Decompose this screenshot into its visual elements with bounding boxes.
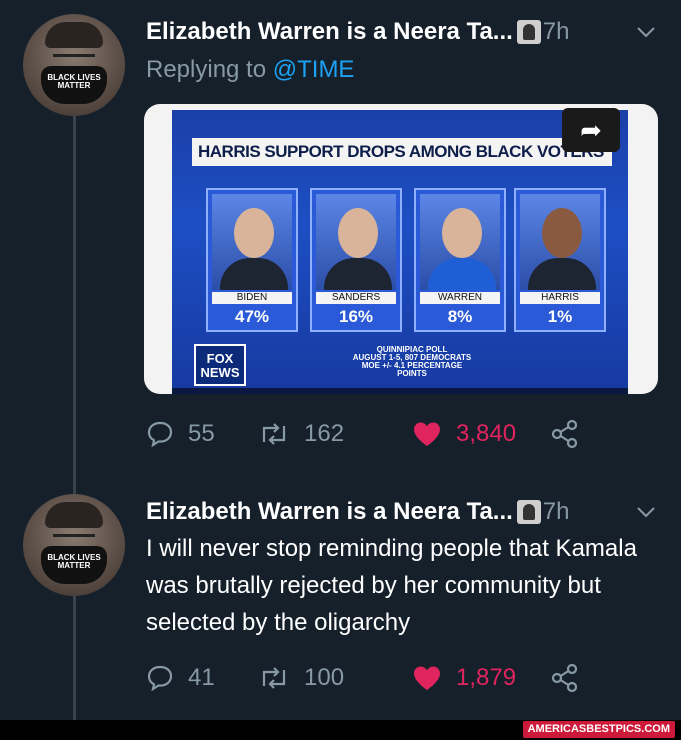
chevron-down-icon[interactable]	[636, 502, 656, 523]
news-ticker	[172, 388, 628, 394]
tweet-header: Elizabeth Warren is a Neera Ta... 7h	[146, 14, 666, 50]
avatar[interactable]: BLACK LIVES MATTER	[23, 14, 125, 116]
share-icon	[551, 663, 578, 693]
author-badge-icon	[516, 500, 541, 524]
candidate-photo	[212, 194, 292, 290]
tv-screen: HARRIS SUPPORT DROPS AMONG BLACK VOTERS …	[172, 110, 628, 394]
thread-line	[73, 592, 76, 720]
share-icon	[551, 419, 578, 449]
share-button[interactable]	[550, 658, 594, 698]
tweet-time[interactable]: 7h	[543, 18, 570, 46]
retweet-button[interactable]: 100	[258, 658, 344, 698]
retweet-icon	[262, 667, 286, 689]
fox-news-logo: FOX NEWS	[194, 344, 246, 386]
retweet-icon	[262, 423, 286, 445]
avatar[interactable]: BLACK LIVES MATTER	[23, 494, 125, 596]
reply-icon	[147, 421, 173, 448]
tweet-time[interactable]: 7h	[543, 498, 570, 526]
candidate-card: WARREN 8%	[414, 188, 506, 332]
heart-icon	[414, 422, 440, 446]
watermark: AMERICASBESTPICS.COM	[522, 721, 675, 738]
poll-line: MOE +/- 4.1 PERCENTAGE POINTS	[361, 361, 463, 378]
candidate-percent: 1%	[547, 307, 573, 326]
avatar-eyes	[53, 534, 95, 541]
replying-handle-link[interactable]: @TIME	[273, 56, 355, 83]
poll-info: QUINNIPIAC POLL AUGUST 1-5, 807 DEMOCRAT…	[352, 346, 472, 378]
media-headline: HARRIS SUPPORT DROPS AMONG BLACK VOTERS	[192, 138, 612, 166]
reply-count: 41	[188, 664, 215, 691]
tweet-actions: 41 100 1,879	[146, 658, 606, 698]
chevron-down-icon[interactable]	[636, 22, 656, 43]
share-button[interactable]	[550, 414, 594, 454]
like-button[interactable]: 3,840	[412, 414, 516, 454]
avatar-mask-text: BLACK LIVES MATTER	[41, 66, 107, 104]
author-name[interactable]: Elizabeth Warren is a Neera Ta...	[146, 18, 513, 46]
retweet-count: 100	[304, 664, 345, 691]
candidate-percent: 16%	[338, 307, 374, 326]
avatar-hair	[45, 22, 103, 48]
thread-line	[73, 112, 76, 496]
candidate-name: SANDERS	[316, 292, 396, 304]
candidate-photo	[520, 194, 600, 290]
reply-button[interactable]: 55	[146, 414, 215, 454]
like-count: 3,840	[456, 420, 517, 447]
retweet-count: 162	[304, 420, 345, 447]
retweet-button[interactable]: 162	[258, 414, 344, 454]
candidate-name: WARREN	[420, 292, 500, 304]
tweet-actions: 55 162 3,840	[146, 414, 606, 454]
candidate-percent: 8%	[447, 307, 473, 326]
author-badge-icon	[516, 20, 541, 44]
reply-button[interactable]: 41	[146, 658, 215, 698]
author-name[interactable]: Elizabeth Warren is a Neera Ta...	[146, 498, 513, 526]
avatar-mask-text: BLACK LIVES MATTER	[41, 546, 107, 584]
like-button[interactable]: 1,879	[412, 658, 516, 698]
candidate-photo	[420, 194, 500, 290]
candidate-card: BIDEN 47%	[206, 188, 298, 332]
candidate-name: BIDEN	[212, 292, 292, 304]
candidate-photo	[316, 194, 396, 290]
candidate-card: SANDERS 16%	[310, 188, 402, 332]
candidate-name: HARRIS	[520, 292, 600, 304]
reply-count: 55	[188, 420, 215, 447]
candidate-percent: 47%	[234, 307, 270, 326]
avatar-eyes	[53, 54, 95, 61]
replying-prefix: Replying to	[146, 56, 267, 83]
replying-to: Replying to @TIME	[146, 56, 354, 84]
tweet-header: Elizabeth Warren is a Neera Ta... 7h	[146, 494, 666, 530]
reply-icon	[147, 665, 173, 692]
candidate-card: HARRIS 1%	[514, 188, 606, 332]
share-arrow-icon[interactable]: ➦	[562, 108, 620, 152]
tweet-text: I will never stop reminding people that …	[146, 535, 637, 636]
like-count: 1,879	[456, 664, 517, 691]
heart-icon	[414, 666, 440, 690]
avatar-hair	[45, 502, 103, 528]
tweet-media-image[interactable]: HARRIS SUPPORT DROPS AMONG BLACK VOTERS …	[144, 104, 658, 394]
